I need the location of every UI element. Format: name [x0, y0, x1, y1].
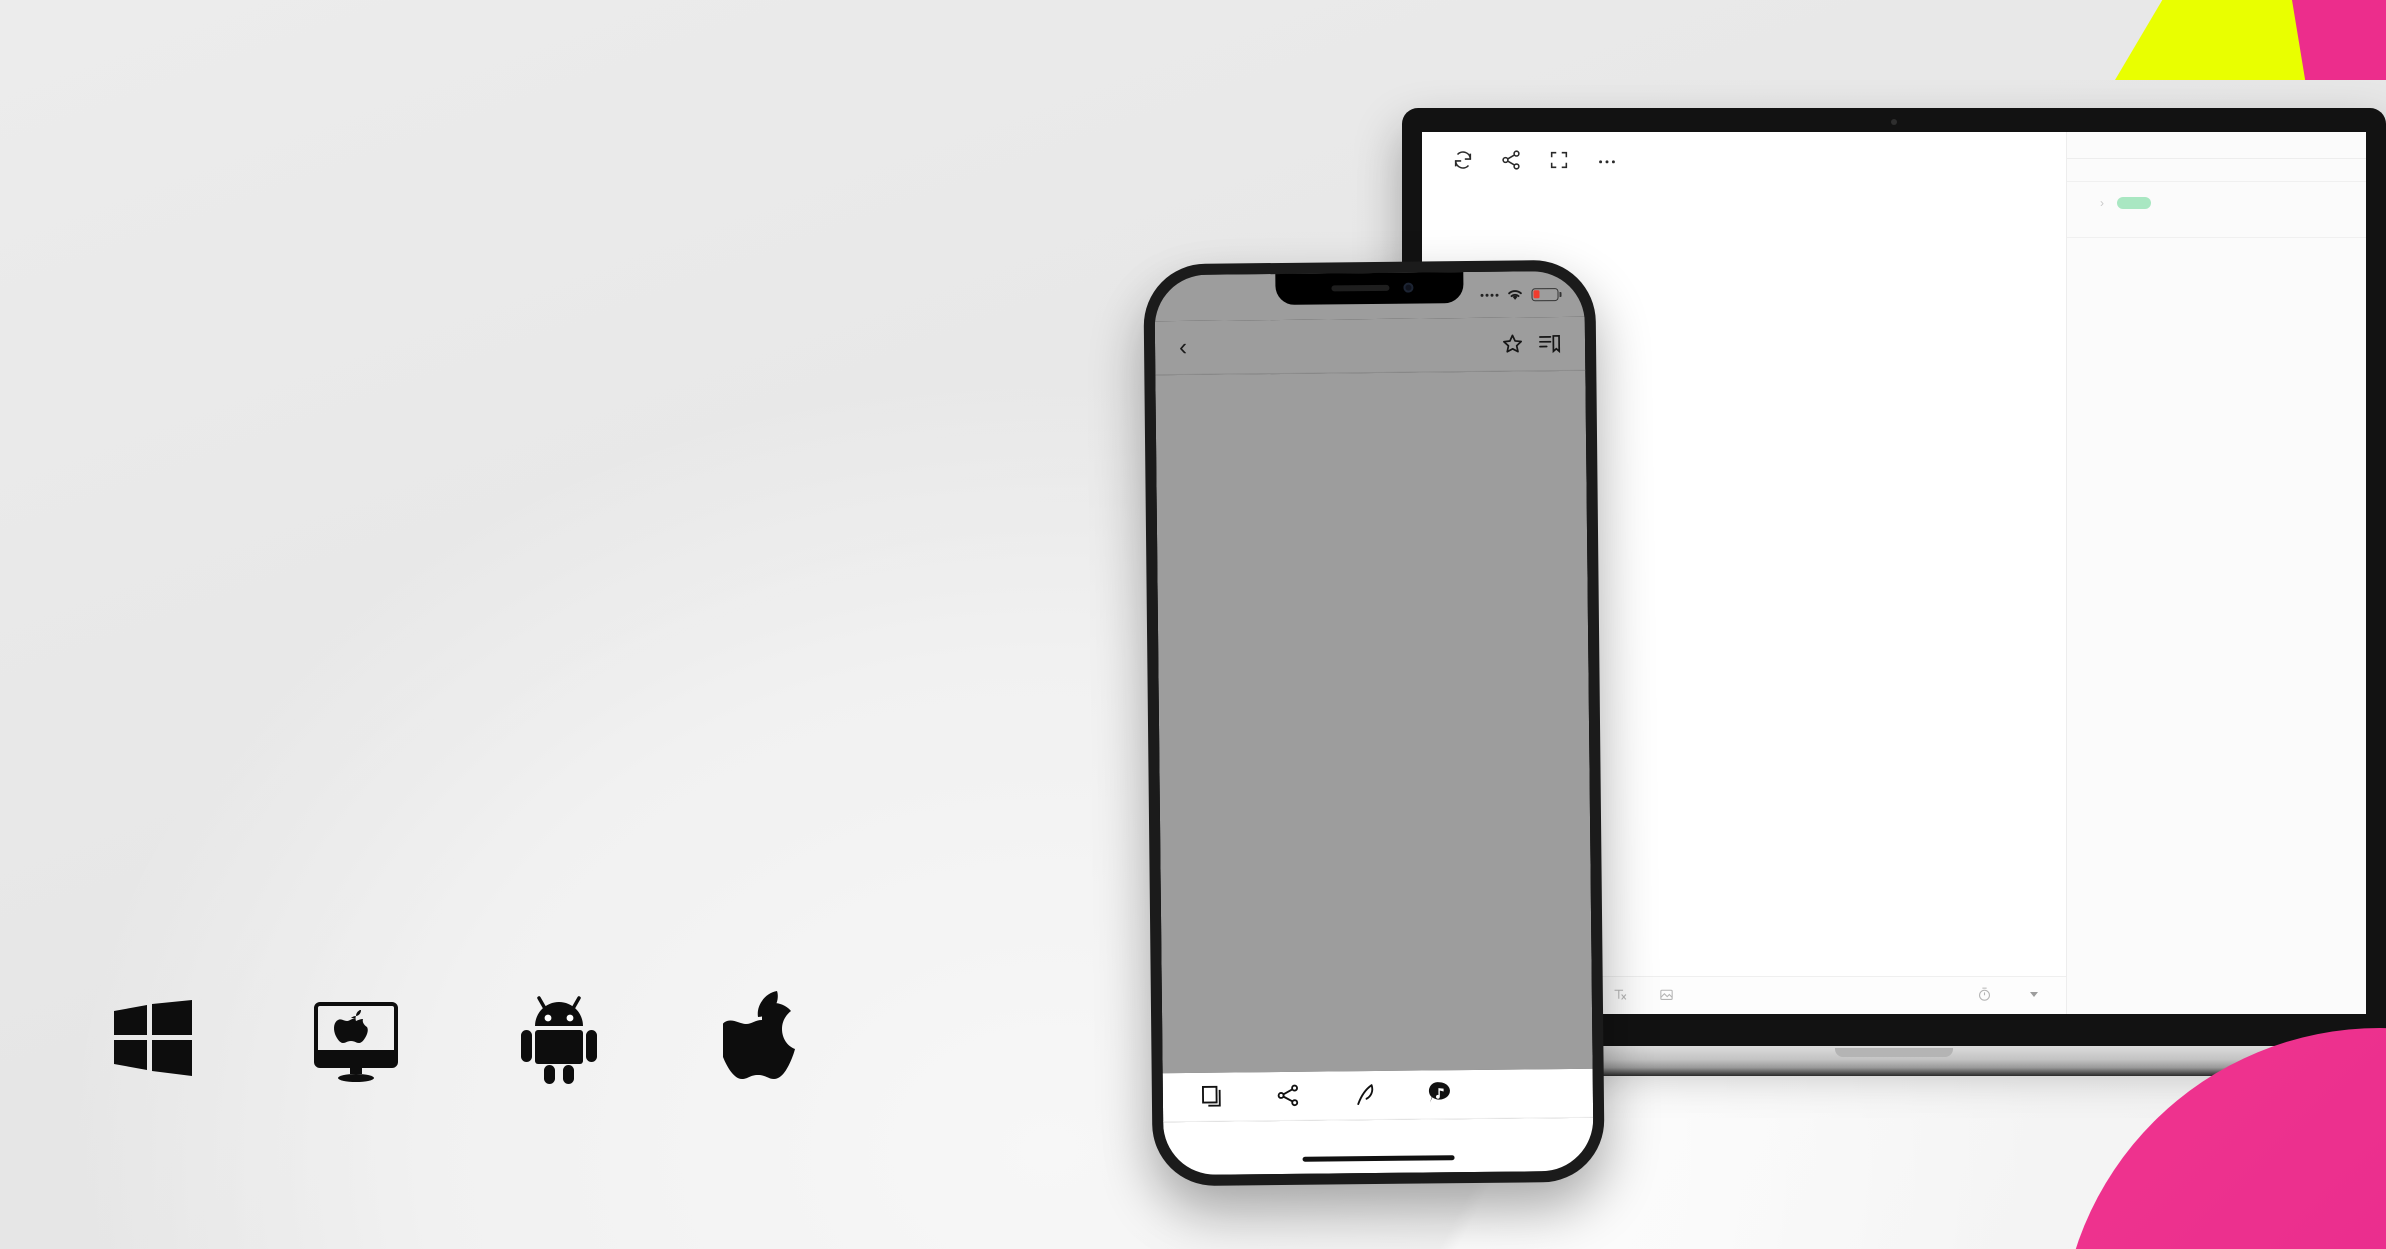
error-suggestion-pill[interactable] [2117, 197, 2151, 209]
windows-icon [100, 985, 205, 1090]
status-indicators [1480, 287, 1559, 302]
article-paragraph [1186, 404, 1556, 408]
clear-format-icon[interactable] [1611, 986, 1628, 1003]
note-icon [1351, 1082, 1376, 1107]
platform-icons [100, 985, 814, 1090]
share-icon[interactable] [1500, 149, 1522, 171]
error-panel: › [2066, 132, 2366, 1014]
copy-action[interactable] [1191, 1083, 1233, 1111]
error-tabs [2067, 132, 2366, 159]
fullscreen-icon[interactable] [1548, 149, 1570, 171]
copy-icon [1199, 1084, 1224, 1109]
android-icon [506, 985, 611, 1090]
more-icon[interactable] [1596, 149, 1618, 171]
document-toolbar [1422, 132, 2066, 171]
signal-dots-icon [1480, 293, 1499, 297]
imac-icon [303, 985, 408, 1090]
laptop-camera-icon [1891, 119, 1897, 125]
error-detail-card: › [2067, 182, 2366, 238]
home-indicator [1302, 1155, 1455, 1162]
back-icon[interactable]: ‹ [1179, 333, 1187, 360]
selection-action-bar [1162, 1068, 1594, 1123]
phone-nav-bar: ‹ [1154, 316, 1586, 376]
reading-list-icon[interactable] [1538, 332, 1561, 355]
phone-notch [1275, 272, 1464, 306]
phone-mockup: ‹ [1143, 259, 1605, 1187]
read-aloud-icon [1427, 1081, 1452, 1106]
article-paragraph [1186, 387, 1556, 391]
refresh-icon[interactable] [1452, 149, 1474, 171]
translation-source-text [1191, 1136, 1565, 1140]
translation-panel [1163, 1117, 1594, 1176]
note-action[interactable] [1343, 1082, 1385, 1110]
battery-low-icon [1531, 287, 1559, 301]
error-detail-header: › [2087, 196, 2346, 210]
document-title [1422, 171, 2066, 193]
error-list-item[interactable] [2067, 159, 2366, 182]
chevron-right-icon: › [2100, 196, 2104, 210]
apple-icon [709, 985, 814, 1090]
insert-image-icon[interactable] [1658, 986, 1675, 1003]
corner-accent-pink [2292, 0, 2386, 80]
phone-article-body[interactable] [1155, 370, 1593, 1074]
word-count[interactable] [2023, 992, 2038, 997]
laptop-base-notch [1835, 1048, 1953, 1057]
share-icon [1275, 1083, 1300, 1108]
wifi-icon [1508, 290, 1522, 300]
timer-icon[interactable] [1976, 986, 1993, 1003]
article-paragraph-selected [1185, 404, 1556, 408]
chevron-down-icon [2030, 992, 2038, 997]
phone-camera-icon [1403, 282, 1414, 293]
read-aloud-action[interactable] [1419, 1081, 1461, 1109]
star-icon[interactable] [1501, 332, 1524, 355]
phone-screen: ‹ [1154, 270, 1594, 1176]
share-action[interactable] [1267, 1083, 1309, 1111]
article-title [1201, 344, 1487, 347]
phone-speaker-icon [1331, 284, 1390, 292]
